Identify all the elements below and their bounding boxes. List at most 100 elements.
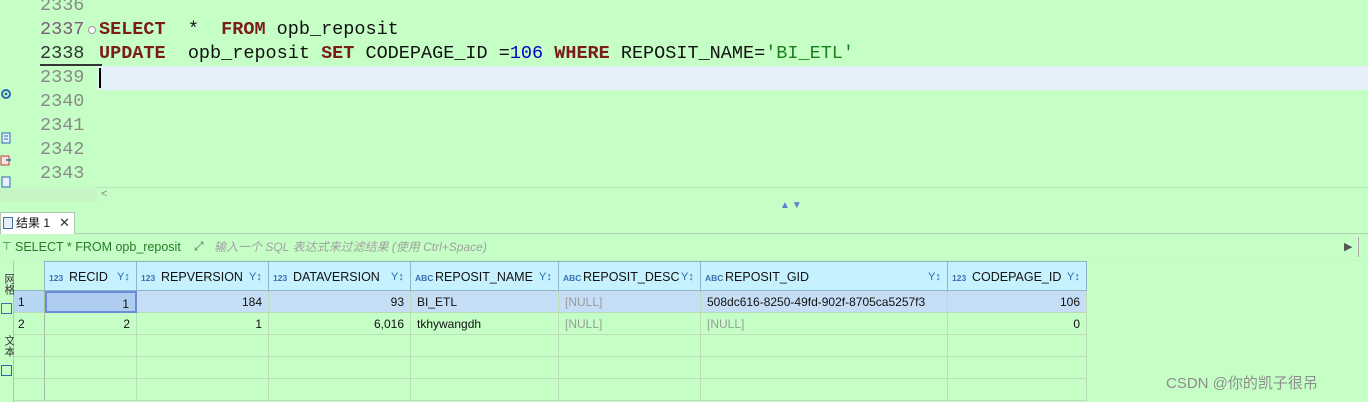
column-header-reposit-desc[interactable]: ABC REPOSIT_DESC Y↕ xyxy=(559,261,701,291)
column-header-repversion[interactable]: 123 REPVERSION Y↕ xyxy=(137,261,269,291)
number-literal: 106 xyxy=(509,43,544,64)
script-icon[interactable] xyxy=(0,132,12,144)
grid-view-icon[interactable] xyxy=(1,303,12,314)
fold-marker-icon[interactable] xyxy=(88,26,96,34)
empty-cell xyxy=(559,335,701,357)
empty-cell xyxy=(137,357,269,379)
result-tab-bar: 结果 1 ✕ xyxy=(0,212,1368,234)
cell-repversion[interactable]: 184 xyxy=(137,291,269,313)
empty-cell xyxy=(411,379,559,401)
column-name: REPVERSION xyxy=(161,270,243,284)
keyword: WHERE xyxy=(554,43,610,64)
keyword: FROM xyxy=(221,19,266,40)
column-header-codepage-id[interactable]: 123 CODEPAGE_ID Y↕ xyxy=(948,261,1087,291)
filter-bar: ⊤ SELECT * FROM opb_reposit ⤢ ▶ xyxy=(0,235,1368,260)
current-line-highlight xyxy=(97,66,1368,90)
cell-reposit-desc[interactable]: [NULL] xyxy=(559,313,701,335)
column-header-reposit-name[interactable]: ABC REPOSIT_NAME Y↕ xyxy=(411,261,559,291)
filter-icon: ⊤ xyxy=(2,241,12,253)
tab-result-1[interactable]: 结果 1 ✕ xyxy=(0,212,75,234)
gear-icon[interactable] xyxy=(0,88,12,100)
cell-reposit-name[interactable]: tkhywangdh xyxy=(411,313,559,335)
splitter-toggle-icon[interactable]: ▲▼ xyxy=(780,200,804,211)
empty-cell xyxy=(701,379,948,401)
cell-recid[interactable]: 2 xyxy=(45,313,137,335)
close-icon[interactable]: ✕ xyxy=(59,213,70,233)
empty-cell xyxy=(411,357,559,379)
text-type-icon: ABC xyxy=(415,273,434,283)
keyword: UPDATE xyxy=(99,43,166,64)
grid-header: 123 RECID Y↕ 123 REPVERSION Y↕ 123 DATAV… xyxy=(14,261,1368,291)
cell-reposit-gid[interactable]: 508dc616-8250-49fd-902f-8705ca5257f3 xyxy=(701,291,948,313)
document-icon[interactable] xyxy=(0,176,12,188)
line-number: 2341 xyxy=(40,115,85,136)
text-caret xyxy=(99,68,101,88)
numeric-type-icon: 123 xyxy=(952,273,967,283)
filter-input[interactable] xyxy=(214,237,1339,257)
column-header-recid[interactable]: 123 RECID Y↕ xyxy=(45,261,137,291)
empty-cell xyxy=(269,379,411,401)
keyword: SET xyxy=(321,43,355,64)
sort-filter-icon[interactable]: Y↕ xyxy=(539,270,553,284)
empty-cell xyxy=(701,357,948,379)
panel-splitter[interactable]: ▲▼ xyxy=(0,200,1368,212)
sql-editor[interactable]: 2336 2337 2338 2339 2340 2341 2342 2343 … xyxy=(0,0,1368,188)
sort-filter-icon[interactable]: Y↕ xyxy=(117,270,131,284)
line-number-gutter: 2336 2337 2338 2339 2340 2341 2342 2343 xyxy=(14,0,102,187)
table-row[interactable]: 2 2 1 6,016 tkhywangdh [NULL] [NULL] 0 xyxy=(14,313,1368,335)
code-text: opb_reposit xyxy=(165,43,322,64)
separator xyxy=(1358,237,1359,257)
tab-label: 结果 1 xyxy=(16,216,51,230)
export-icon[interactable] xyxy=(0,154,12,166)
line-number: 2343 xyxy=(40,163,85,184)
sort-filter-icon[interactable]: Y↕ xyxy=(928,270,942,284)
column-header-dataversion[interactable]: 123 DATAVERSION Y↕ xyxy=(269,261,411,291)
cell-reposit-desc[interactable]: [NULL] xyxy=(559,291,701,313)
empty-cell xyxy=(559,379,701,401)
empty-cell xyxy=(137,379,269,401)
editor-horizontal-scrollbar[interactable]: < xyxy=(97,187,1368,202)
app-root: 2336 2337 2338 2339 2340 2341 2342 2343 … xyxy=(0,0,1368,402)
cell-dataversion[interactable]: 93 xyxy=(269,291,411,313)
code-text: REPOSIT_NAME= xyxy=(609,43,766,64)
table-row[interactable]: 1 1 184 93 BI_ETL [NULL] 508dc616-8250-4… xyxy=(14,291,1368,313)
cell-repversion[interactable]: 1 xyxy=(137,313,269,335)
keyword: SELECT xyxy=(99,19,166,40)
empty-cell xyxy=(269,335,411,357)
empty-cell xyxy=(45,379,137,401)
sort-filter-icon[interactable]: Y↕ xyxy=(1067,270,1081,284)
cell-reposit-name[interactable]: BI_ETL xyxy=(411,291,559,313)
row-number[interactable]: 2 xyxy=(14,313,45,335)
empty-cell xyxy=(948,357,1087,379)
row-number[interactable]: 1 xyxy=(14,291,45,313)
scroll-left-icon[interactable]: < xyxy=(101,188,107,200)
empty-cell xyxy=(269,357,411,379)
column-name: REPOSIT_GID xyxy=(725,270,810,284)
empty-cell xyxy=(45,335,137,357)
cell-codepage-id[interactable]: 0 xyxy=(948,313,1087,335)
numeric-type-icon: 123 xyxy=(273,273,288,283)
empty-cell xyxy=(559,357,701,379)
code-line-update[interactable]: UPDATE opb_reposit SET CODEPAGE_ID =106 … xyxy=(99,42,854,66)
expand-icon[interactable]: ⤢ xyxy=(194,239,208,253)
cell-recid[interactable]: 1 xyxy=(45,291,137,313)
column-header-reposit-gid[interactable]: ABC REPOSIT_GID Y↕ xyxy=(701,261,948,291)
empty-cell xyxy=(137,335,269,357)
empty-row xyxy=(14,357,1368,379)
cell-codepage-id[interactable]: 106 xyxy=(948,291,1087,313)
sort-filter-icon[interactable]: Y↕ xyxy=(391,270,405,284)
text-view-icon[interactable] xyxy=(1,365,12,376)
numeric-type-icon: 123 xyxy=(141,273,156,283)
apply-filter-icon[interactable]: ▶ xyxy=(1344,240,1352,253)
row-number xyxy=(14,357,45,379)
cell-dataversion[interactable]: 6,016 xyxy=(269,313,411,335)
grid-corner[interactable] xyxy=(14,261,45,291)
code-line-select[interactable]: SELECT * FROM opb_reposit xyxy=(99,18,399,42)
sort-filter-icon[interactable]: Y↕ xyxy=(681,270,695,284)
cell-reposit-gid[interactable]: [NULL] xyxy=(701,313,948,335)
sort-filter-icon[interactable]: Y↕ xyxy=(249,270,263,284)
line-number: 2339 xyxy=(40,67,85,88)
empty-cell xyxy=(45,357,137,379)
empty-cell xyxy=(411,335,559,357)
